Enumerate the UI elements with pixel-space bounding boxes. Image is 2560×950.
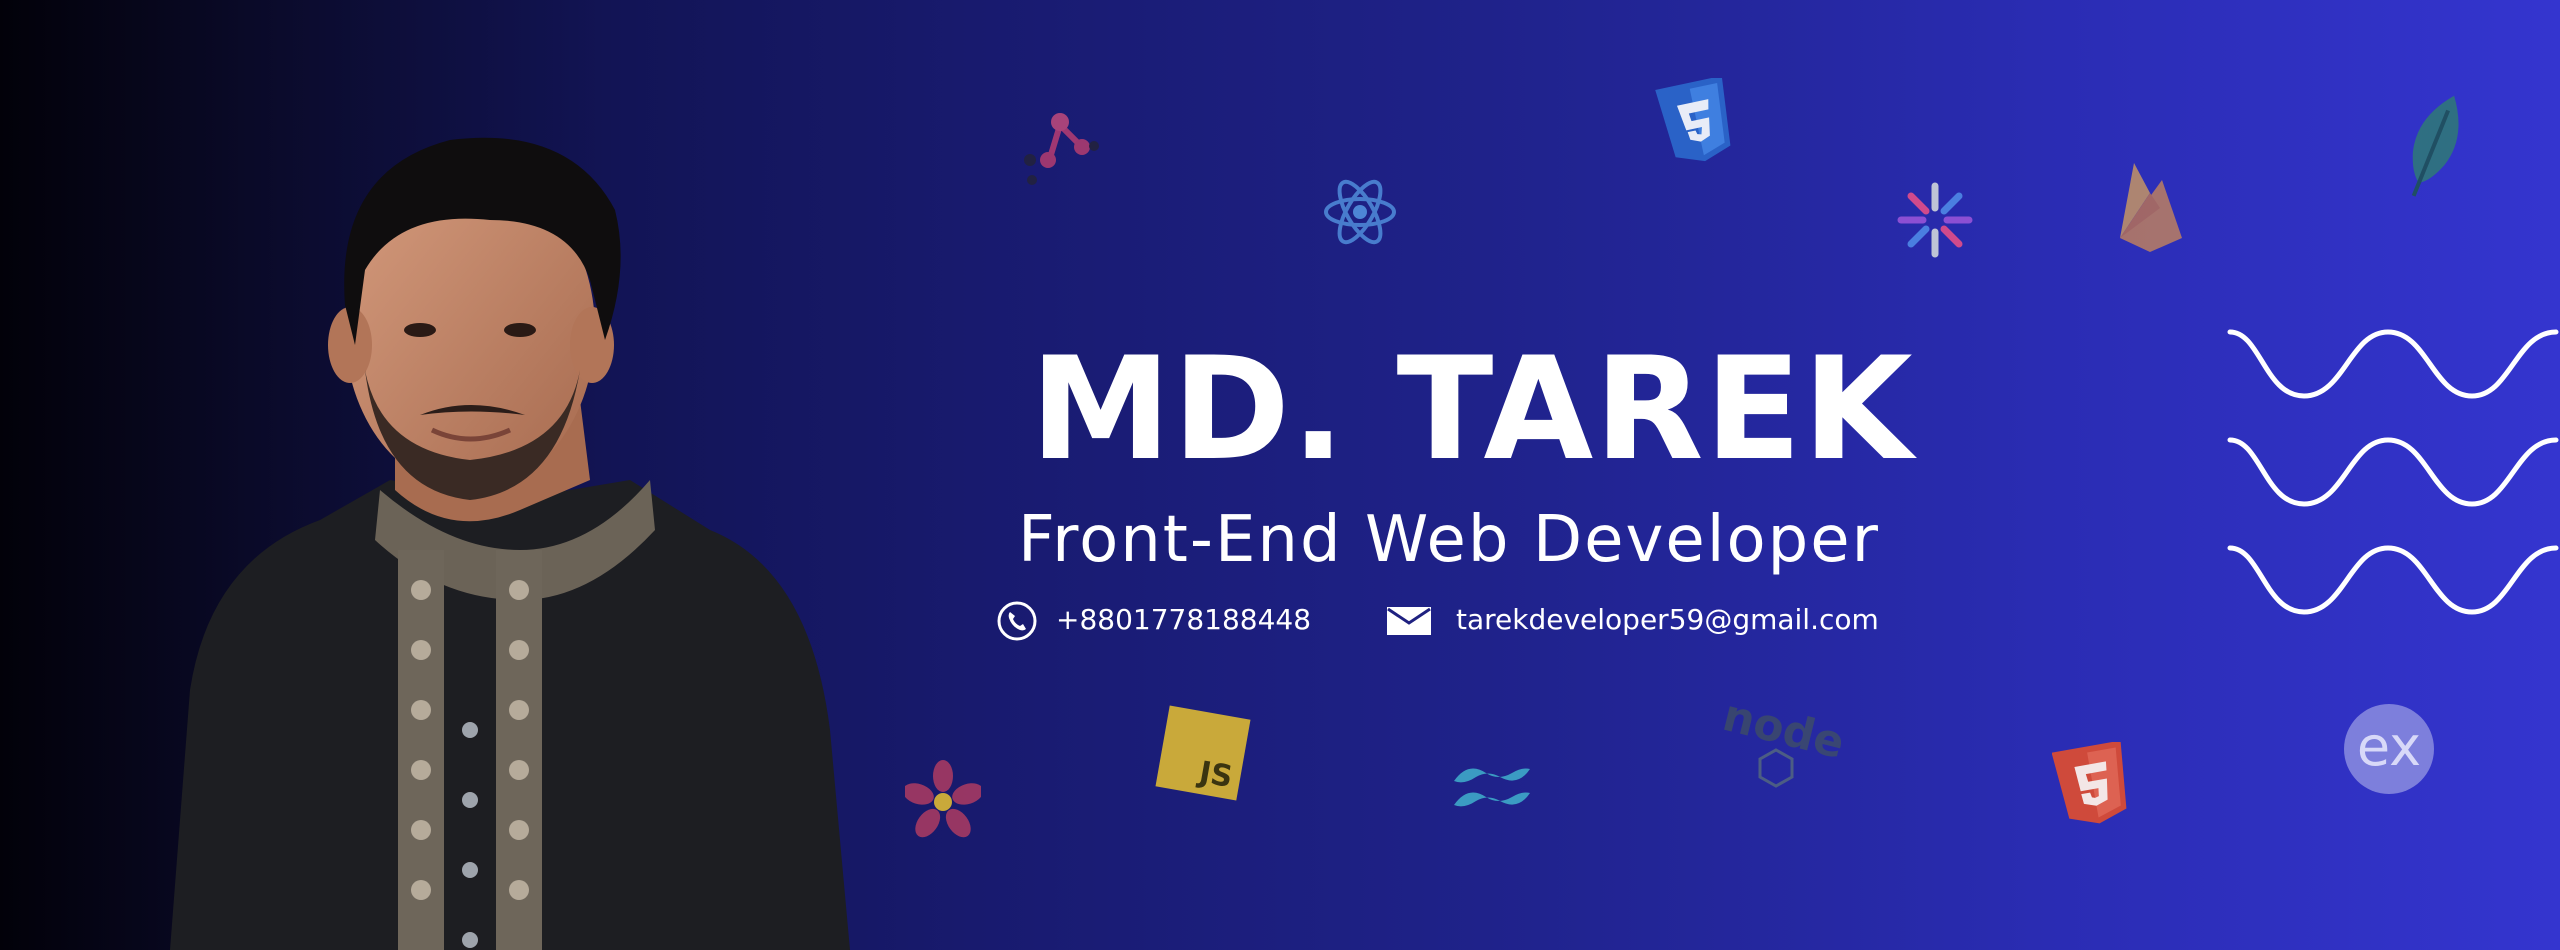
nodejs-hexagon (1758, 748, 1794, 788)
firebase-icon (2120, 163, 2182, 252)
phone-icon (997, 601, 1037, 641)
email-address: tarekdeveloper59@gmail.com (1456, 603, 1879, 636)
express-glyph: ex (2356, 715, 2422, 778)
nodejs-icon: node (1716, 690, 1856, 792)
graphql-icon (1024, 113, 1099, 185)
profile-name: MD. TAREK (1030, 327, 1914, 492)
wave-lines (2227, 329, 2559, 615)
profile-banner: JS node ex MD. TAREK Front-End Web Devel… (0, 0, 2560, 950)
tailwind-icon (1454, 768, 1530, 807)
redux-saga-icon (905, 760, 981, 838)
profile-role: Front-End Web Developer (1018, 503, 1880, 577)
jest-icon (1897, 182, 1973, 258)
js-badge-label: JS (1196, 755, 1236, 796)
css3-icon (1655, 78, 1731, 162)
email-icon (1387, 607, 1431, 635)
mongodb-icon (2411, 95, 2459, 197)
html5-icon (2052, 742, 2127, 824)
express-icon: ex (2344, 704, 2434, 794)
phone-number: +8801778188448 (1056, 603, 1312, 636)
react-icon (1324, 179, 1396, 245)
javascript-icon: JS (1155, 705, 1251, 801)
profile-photo (170, 137, 850, 950)
